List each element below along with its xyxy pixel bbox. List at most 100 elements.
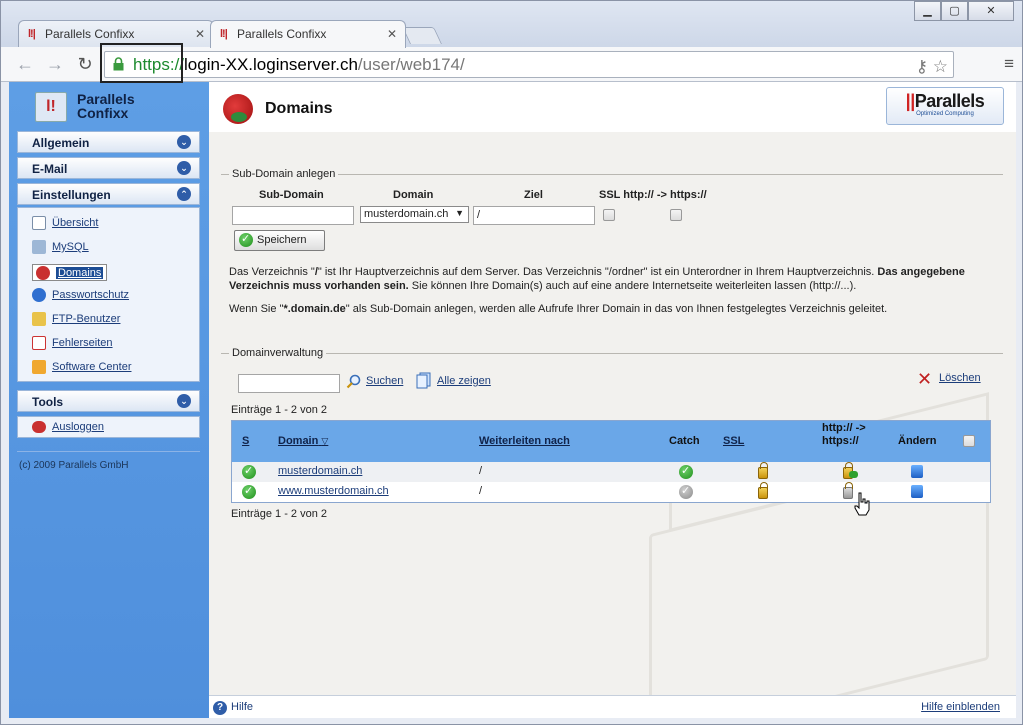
minimize-icon[interactable]: ▁ — [914, 1, 941, 21]
confixx-logo-icon: l! — [35, 92, 67, 122]
sidebar: l! Parallels Confixx Allgemein ⌄ E-Mail ⌄ E… — [9, 82, 209, 718]
edit-icon[interactable] — [911, 465, 923, 478]
nav-section-label: Einstellungen — [32, 188, 111, 202]
col-ssl[interactable]: SSL — [723, 435, 744, 447]
col-weiterleiten[interactable]: Weiterleiten nach — [479, 435, 570, 447]
url-host: login-XX.loginserver.ch — [184, 55, 358, 74]
col-s[interactable]: S — [242, 435, 249, 447]
sidebar-item-passwortschutz[interactable]: Passwortschutz — [32, 288, 129, 304]
tab-confixx-2[interactable]: l!| Parallels Confixx ✕ — [210, 20, 406, 48]
brand-name: Parallels — [914, 91, 985, 111]
sidebar-item-label[interactable]: MySQL — [52, 241, 89, 253]
nav-section-allgemein[interactable]: Allgemein ⌄ — [17, 131, 200, 153]
ssl-lock-icon[interactable] — [758, 462, 768, 479]
save-button-label: Speichern — [257, 234, 307, 246]
domain-link[interactable]: musterdomain.ch — [278, 465, 362, 477]
nav-section-email[interactable]: E-Mail ⌄ — [17, 157, 200, 179]
sidebar-item-uebersicht[interactable]: Übersicht — [32, 216, 98, 232]
chevron-down-icon[interactable]: ⌄ — [177, 135, 191, 149]
close-tab-icon[interactable]: ✕ — [387, 27, 397, 41]
catch-active-icon[interactable] — [679, 464, 693, 479]
close-tab-icon[interactable]: ✕ — [195, 27, 205, 41]
redirect-checkbox[interactable] — [670, 209, 682, 221]
https-redirect-inactive-icon[interactable] — [843, 482, 853, 499]
domain-select-value: musterdomain.ch — [364, 208, 449, 220]
tab-title: Parallels Confixx — [45, 27, 135, 41]
show-help-link[interactable]: Hilfe einblenden — [921, 701, 1000, 713]
logo-line2: Confixx — [77, 105, 129, 121]
status-ok-icon — [242, 484, 256, 499]
sidebar-item-domains[interactable]: Domains — [32, 264, 108, 281]
search-link[interactable]: Suchen — [366, 375, 403, 387]
browser-menu-icon[interactable]: ≡ — [1004, 54, 1014, 74]
new-tab-button[interactable] — [402, 27, 442, 44]
sidebar-item-label[interactable]: Fehlerseiten — [52, 337, 113, 349]
sidebar-item-label[interactable]: Domains — [56, 267, 104, 279]
green-arrow-icon — [849, 471, 858, 478]
https-redirect-active-icon[interactable] — [843, 462, 858, 479]
table-row: www.musterdomain.ch / — [232, 482, 990, 502]
reload-icon[interactable]: ↻ — [73, 53, 97, 75]
address-bar[interactable]: https://login-XX.loginserver.ch/user/web… — [104, 51, 954, 78]
key-icon[interactable]: ⚷ — [916, 57, 928, 76]
box-icon — [32, 360, 46, 374]
check-circle-icon — [239, 232, 253, 247]
chevron-up-icon[interactable]: ⌃ — [177, 187, 191, 201]
help-link[interactable]: Hilfe — [231, 701, 253, 713]
nav-section-tools[interactable]: Tools ⌄ — [17, 390, 200, 412]
subdomain-input[interactable] — [232, 206, 354, 225]
search-input[interactable] — [238, 374, 340, 393]
subdomain-fieldset: Sub-Domain anlegen — [221, 168, 1003, 180]
select-all-checkbox[interactable] — [963, 435, 975, 447]
sidebar-item-label[interactable]: Software Center — [52, 361, 131, 373]
document-icon — [32, 216, 46, 230]
sidebar-item-mysql[interactable]: MySQL — [32, 240, 89, 256]
domain-select[interactable]: musterdomain.ch ▼ — [360, 206, 469, 223]
sidebar-item-ftp[interactable]: FTP-Benutzer — [32, 312, 120, 328]
search-icon[interactable] — [346, 374, 361, 389]
catch-inactive-icon[interactable] — [679, 484, 693, 499]
forward-arrow-icon[interactable]: → — [43, 53, 67, 75]
save-button[interactable]: Speichern — [234, 230, 325, 251]
sidebar-item-label[interactable]: Passwortschutz — [52, 289, 129, 301]
nav-section-label: Tools — [32, 395, 64, 409]
col-redirect: http:// -> https:// — [822, 422, 866, 447]
sidebar-item-label[interactable]: FTP-Benutzer — [52, 313, 120, 325]
col-ssl: SSL http:// -> https:// — [599, 189, 707, 201]
chevron-down-icon[interactable]: ⌄ — [177, 394, 191, 408]
tab-strip: l!| Parallels Confixx ✕ l!| Parallels Co… — [1, 1, 1022, 48]
omnibox-actions: ⚷ ☆ — [916, 54, 948, 79]
einstellungen-submenu: Übersicht MySQL Domains Passwortschutz F… — [17, 207, 200, 382]
logout-item[interactable]: Ausloggen — [17, 416, 200, 438]
show-all-icon[interactable] — [416, 372, 432, 389]
chevron-down-icon[interactable]: ⌄ — [177, 161, 191, 175]
nav-section-einstellungen[interactable]: Einstellungen ⌃ — [17, 183, 200, 205]
show-all-link[interactable]: Alle zeigen — [437, 375, 491, 387]
maximize-icon[interactable]: ▢ — [941, 1, 968, 21]
sidebar-item-fehlerseiten[interactable]: Fehlerseiten — [32, 336, 113, 352]
ziel-input[interactable]: / — [473, 206, 595, 225]
logout-link[interactable]: Ausloggen — [52, 421, 104, 433]
ssl-lock-icon[interactable] — [758, 482, 768, 499]
delete-x-icon[interactable]: ✕ — [917, 369, 932, 390]
dropdown-arrow-icon: ▼ — [455, 208, 464, 218]
sidebar-item-software-center[interactable]: Software Center — [32, 360, 131, 376]
bookmark-star-icon[interactable]: ☆ — [933, 57, 948, 76]
close-window-icon[interactable]: ✕ — [968, 1, 1014, 21]
edit-icon[interactable] — [911, 485, 923, 498]
help-icon[interactable]: ? — [213, 701, 227, 715]
confixx-favicon-icon: l!| — [220, 28, 228, 40]
table-header: S Domain ▽ Weiterleiten nach Catch SSL h… — [232, 421, 990, 462]
brand-tagline: Optimized Computing — [916, 111, 974, 117]
sidebar-divider — [17, 451, 200, 452]
domain-link[interactable]: www.musterdomain.ch — [278, 485, 389, 497]
col-domain[interactable]: Domain ▽ — [278, 435, 328, 447]
back-arrow-icon[interactable]: ← — [13, 53, 37, 75]
folder-user-icon — [32, 312, 46, 326]
confixx-app: l! Parallels Confixx Allgemein ⌄ E-Mail ⌄ E… — [9, 82, 1016, 718]
logout-icon — [32, 421, 46, 434]
sidebar-item-label[interactable]: Übersicht — [52, 217, 98, 229]
ssl-checkbox[interactable] — [603, 209, 615, 221]
delete-link[interactable]: Löschen — [939, 372, 981, 384]
tab-title: Parallels Confixx — [237, 27, 327, 41]
